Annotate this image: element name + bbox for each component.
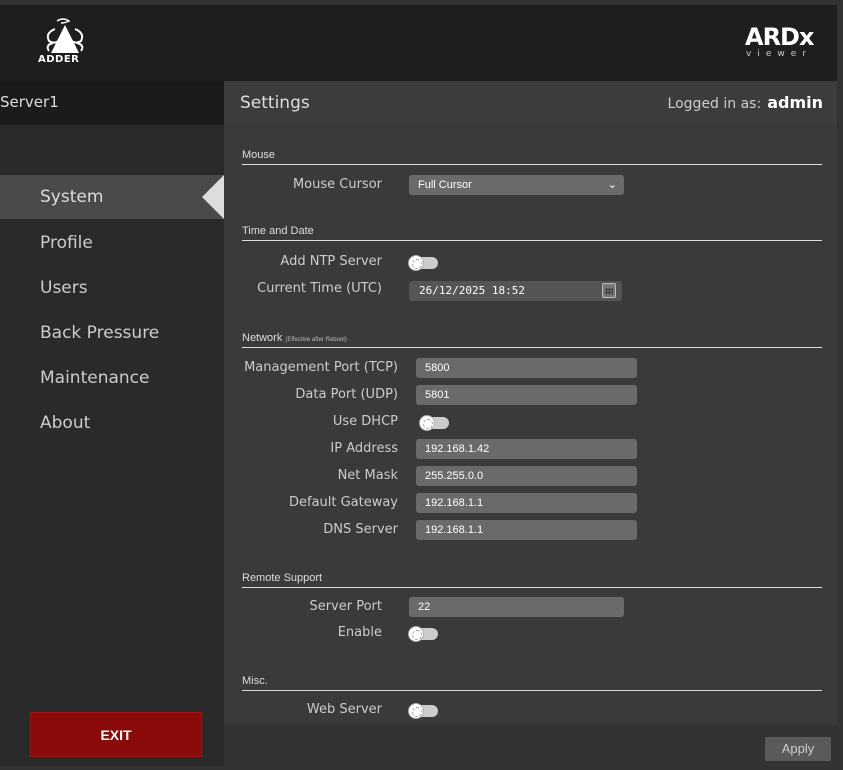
sidebar-item-label: Maintenance xyxy=(40,368,150,388)
section-title: Mouse xyxy=(242,149,276,161)
toggle-knob xyxy=(408,703,424,719)
mouse-cursor-label: Mouse Cursor xyxy=(292,177,382,192)
app-window: ADDER ARDx viewer Server1 Settings Logge… xyxy=(0,5,837,766)
section-mouse: Mouse xyxy=(242,149,822,165)
web-server-label: Web Server xyxy=(306,702,382,717)
web-server-toggle[interactable] xyxy=(408,703,438,719)
sidebar-item-label: System xyxy=(40,187,104,207)
login-info: Logged in as: admin xyxy=(668,93,823,112)
ardx-logo-subtitle: viewer xyxy=(746,49,812,59)
use-dhcp-toggle[interactable] xyxy=(419,415,449,431)
ip-address-label: IP Address xyxy=(330,441,398,456)
sidebar-item-label: Back Pressure xyxy=(40,323,160,343)
network-note: (Effective after Reboot) xyxy=(285,337,347,343)
toggle-knob xyxy=(419,415,435,431)
apply-button[interactable]: Apply xyxy=(765,737,831,761)
ntp-server-label: Add NTP Server xyxy=(280,254,382,269)
toggle-knob xyxy=(408,255,424,271)
sidebar-item-maintenance[interactable]: Maintenance xyxy=(0,356,224,400)
exit-button[interactable]: EXIT xyxy=(30,712,202,757)
chevron-down-icon: ⌄ xyxy=(607,179,617,191)
data-port-label: Data Port (UDP) xyxy=(295,387,398,402)
default-gateway-input[interactable]: 192.168.1.1 xyxy=(416,493,637,513)
dns-server-input[interactable]: 192.168.1.1 xyxy=(416,520,637,540)
calendar-icon[interactable] xyxy=(602,283,616,298)
net-mask-label: Net Mask xyxy=(337,468,398,483)
use-dhcp-label: Use DHCP xyxy=(332,414,398,429)
sidebar-item-users[interactable]: Users xyxy=(0,266,224,310)
section-remote-support: Remote Support xyxy=(242,572,822,588)
current-time-value: 26/12/2025 18:52 xyxy=(419,284,525,297)
current-time-label: Current Time (UTC) xyxy=(257,281,382,296)
section-network: Network (Effective after Reboot) xyxy=(242,332,822,348)
section-title: Misc. xyxy=(242,675,268,687)
sidebar-item-label: About xyxy=(40,413,91,433)
remote-enable-toggle[interactable] xyxy=(408,626,438,642)
section-title: Remote Support xyxy=(242,572,323,584)
sidebar-item-label: Profile xyxy=(40,233,93,253)
data-port-input[interactable]: 5801 xyxy=(416,385,637,405)
adder-logo-text: ADDER xyxy=(38,54,80,65)
ardx-logo: ARDx xyxy=(745,23,814,51)
default-gateway-label: Default Gateway xyxy=(288,495,398,510)
sidebar-item-system[interactable]: System xyxy=(0,175,224,219)
ip-address-input[interactable]: 192.168.1.42 xyxy=(416,439,637,459)
server-name: Server1 xyxy=(0,93,59,111)
active-indicator-icon xyxy=(202,175,224,219)
sidebar-item-label: Users xyxy=(40,278,88,298)
settings-panel: Mouse Mouse Cursor Full Cursor ⌄ Time an… xyxy=(224,125,837,725)
section-misc: Misc. xyxy=(242,675,822,691)
sidebar-item-back-pressure[interactable]: Back Pressure xyxy=(0,311,224,355)
mouse-cursor-select[interactable]: Full Cursor ⌄ xyxy=(409,175,624,195)
current-time-field[interactable]: 26/12/2025 18:52 xyxy=(409,281,622,301)
section-time-date: Time and Date xyxy=(242,225,822,241)
server-bar: Server1 xyxy=(0,81,224,125)
page-title: Settings xyxy=(240,93,310,113)
section-title: Network xyxy=(242,332,283,344)
footer-bar: Apply xyxy=(224,725,837,766)
server-port-input[interactable]: 22 xyxy=(409,597,624,617)
sidebar-item-profile[interactable]: Profile xyxy=(0,221,224,265)
app-header: ADDER ARDx viewer xyxy=(0,5,837,81)
mouse-cursor-value: Full Cursor xyxy=(418,179,472,191)
ntp-server-toggle[interactable] xyxy=(408,255,438,271)
mgmt-port-label: Management Port (TCP) xyxy=(244,360,398,375)
sidebar-item-about[interactable]: About xyxy=(0,401,224,445)
login-prefix: Logged in as: xyxy=(667,96,762,112)
remote-enable-label: Enable xyxy=(337,625,382,640)
sidebar: System Profile Users Back Pressure Maint… xyxy=(0,125,224,766)
section-title: Time and Date xyxy=(242,225,314,237)
server-port-label: Server Port xyxy=(309,599,382,614)
net-mask-input[interactable]: 255.255.0.0 xyxy=(416,466,637,486)
toggle-knob xyxy=(408,626,424,642)
mgmt-port-input[interactable]: 5800 xyxy=(416,358,637,378)
login-user: admin xyxy=(767,93,823,112)
title-bar: Settings Logged in as: admin xyxy=(224,81,837,125)
dns-server-label: DNS Server xyxy=(323,522,398,537)
